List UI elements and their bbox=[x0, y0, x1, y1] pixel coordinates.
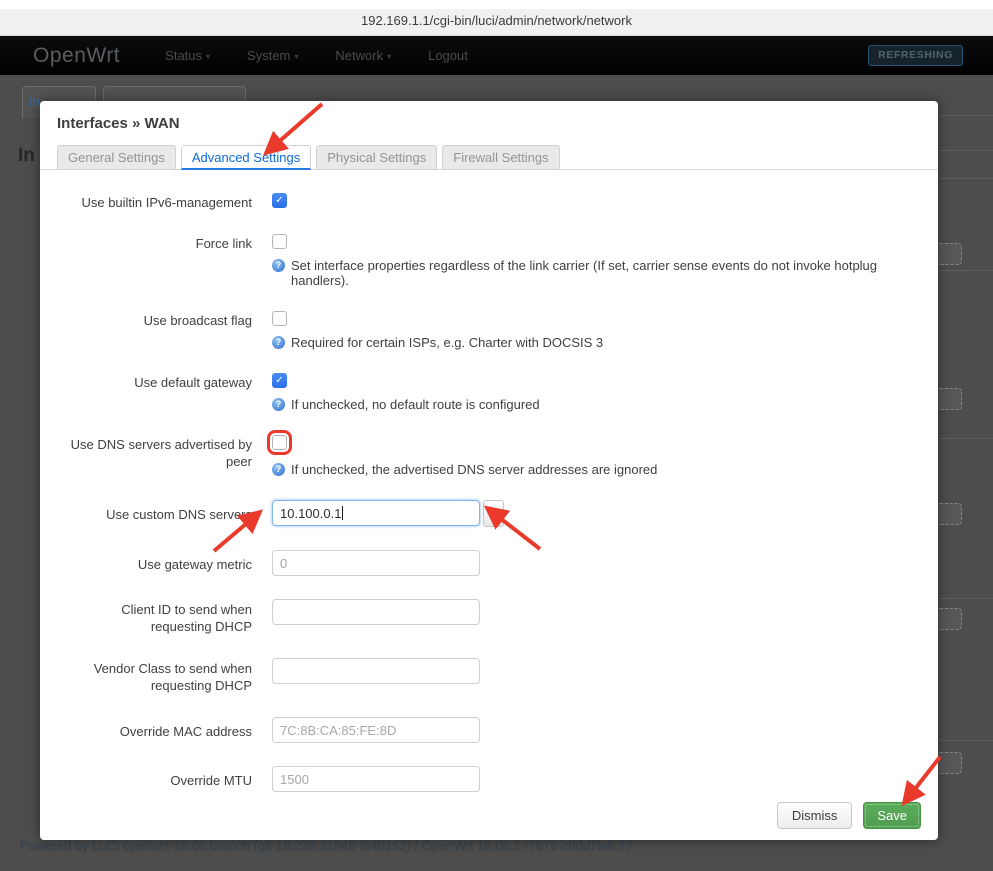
top-navbar: OpenWrt Status▾ System▾ Network▾ Logout … bbox=[0, 36, 993, 75]
field-label: Client ID to send when requesting DHCP bbox=[57, 599, 252, 635]
field-label: Override MAC address bbox=[57, 717, 252, 743]
chevron-down-icon: ▾ bbox=[206, 52, 210, 61]
background-divider bbox=[938, 178, 993, 179]
help-text: Required for certain ISPs, e.g. Charter … bbox=[291, 335, 603, 350]
tab-physical-settings[interactable]: Physical Settings bbox=[316, 145, 437, 170]
settings-tabbar: General Settings Advanced Settings Physi… bbox=[40, 145, 938, 170]
override-mtu-input[interactable] bbox=[272, 766, 480, 792]
nav-item-network[interactable]: Network▾ bbox=[335, 48, 391, 63]
nav-item-logout[interactable]: Logout bbox=[428, 48, 468, 63]
text-cursor bbox=[342, 506, 343, 520]
form-row-force-link: Force link ? Set interface properties re… bbox=[57, 234, 917, 288]
background-divider bbox=[938, 270, 993, 271]
checkbox-dns-advertised-highlighted[interactable] bbox=[272, 435, 287, 450]
background-divider bbox=[938, 598, 993, 599]
background-button bbox=[936, 752, 962, 774]
dialog-title: Interfaces » WAN bbox=[57, 115, 180, 132]
dialog-actions: Dismiss Save bbox=[777, 802, 921, 829]
chevron-down-icon: ▾ bbox=[294, 52, 298, 61]
field-label: Use builtin IPv6-management bbox=[57, 193, 252, 211]
tab-general-settings[interactable]: General Settings bbox=[57, 145, 176, 170]
gateway-metric-input[interactable] bbox=[272, 550, 480, 576]
checkbox-broadcast-flag[interactable] bbox=[272, 311, 287, 326]
background-divider bbox=[938, 150, 993, 151]
add-dns-button[interactable]: + bbox=[483, 500, 504, 527]
field-label: Vendor Class to send when requesting DHC… bbox=[57, 658, 252, 694]
openwrt-logo: OpenWrt bbox=[33, 44, 120, 68]
nav-item-status[interactable]: Status▾ bbox=[165, 48, 210, 63]
custom-dns-input[interactable]: 10.100.0.1 bbox=[272, 500, 480, 526]
help-row: ? Set interface properties regardless of… bbox=[272, 258, 917, 288]
help-icon: ? bbox=[272, 398, 285, 411]
background-page-heading: In bbox=[18, 145, 35, 167]
refreshing-badge: REFRESHING bbox=[868, 45, 963, 66]
form-row-broadcast-flag: Use broadcast flag ? Required for certai… bbox=[57, 311, 917, 350]
form-row-mac-override: Override MAC address bbox=[57, 717, 917, 743]
advanced-settings-form: Use builtin IPv6-management ✓ Force link… bbox=[57, 193, 917, 815]
url-text[interactable]: 192.169.1.1/cgi-bin/luci/admin/network/n… bbox=[361, 13, 632, 28]
background-button bbox=[936, 503, 962, 525]
help-icon: ? bbox=[272, 463, 285, 476]
field-label: Use broadcast flag bbox=[57, 311, 252, 350]
form-row-custom-dns: Use custom DNS servers 10.100.0.1+ bbox=[57, 500, 917, 527]
checkbox-builtin-ipv6[interactable]: ✓ bbox=[272, 193, 287, 208]
tab-advanced-settings[interactable]: Advanced Settings bbox=[181, 145, 311, 170]
help-row: ? If unchecked, no default route is conf… bbox=[272, 397, 540, 412]
background-divider bbox=[938, 115, 993, 116]
background-button bbox=[936, 608, 962, 630]
tab-firewall-settings[interactable]: Firewall Settings bbox=[442, 145, 559, 170]
background-button bbox=[936, 243, 962, 265]
override-mac-input[interactable] bbox=[272, 717, 480, 743]
help-row: ? If unchecked, the advertised DNS serve… bbox=[272, 462, 657, 477]
form-row-gateway-metric: Use gateway metric bbox=[57, 550, 917, 576]
dismiss-button[interactable]: Dismiss bbox=[777, 802, 853, 829]
field-label: Force link bbox=[57, 234, 252, 288]
field-label: Use DNS servers advertised by peer bbox=[57, 435, 252, 477]
field-label: Use default gateway bbox=[57, 373, 252, 412]
save-button[interactable]: Save bbox=[863, 802, 921, 829]
field-label: Use gateway metric bbox=[57, 550, 252, 576]
nav-item-system[interactable]: System▾ bbox=[247, 48, 298, 63]
form-row-client-id: Client ID to send when requesting DHCP bbox=[57, 599, 917, 635]
help-row: ? Required for certain ISPs, e.g. Charte… bbox=[272, 335, 603, 350]
form-row-ipv6-management: Use builtin IPv6-management ✓ bbox=[57, 193, 917, 211]
help-icon: ? bbox=[272, 259, 285, 272]
form-row-dns-advertised: Use DNS servers advertised by peer ? If … bbox=[57, 435, 917, 477]
powered-by-footer: Powered by LuCI openwrt-18.06 branch (gi… bbox=[20, 838, 970, 853]
checkbox-default-gateway[interactable]: ✓ bbox=[272, 373, 287, 388]
background-divider bbox=[938, 740, 993, 741]
chevron-down-icon: ▾ bbox=[387, 52, 391, 61]
nav-menu: Status▾ System▾ Network▾ Logout bbox=[165, 48, 468, 63]
help-text: Set interface properties regardless of t… bbox=[291, 258, 917, 288]
vendor-class-input[interactable] bbox=[272, 658, 480, 684]
client-id-input[interactable] bbox=[272, 599, 480, 625]
checkbox-force-link[interactable] bbox=[272, 234, 287, 249]
background-button bbox=[936, 388, 962, 410]
form-row-default-gateway: Use default gateway ✓ ? If unchecked, no… bbox=[57, 373, 917, 412]
field-label: Use custom DNS servers bbox=[57, 500, 252, 527]
form-row-vendor-class: Vendor Class to send when requesting DHC… bbox=[57, 658, 917, 694]
help-text: If unchecked, no default route is config… bbox=[291, 397, 540, 412]
help-icon: ? bbox=[272, 336, 285, 349]
field-label: Override MTU bbox=[57, 766, 252, 792]
browser-address-bar[interactable]: 192.169.1.1/cgi-bin/luci/admin/network/n… bbox=[0, 0, 993, 36]
form-row-mtu-override: Override MTU bbox=[57, 766, 917, 792]
interfaces-wan-dialog: Interfaces » WAN General Settings Advanc… bbox=[40, 101, 938, 840]
background-divider bbox=[938, 438, 993, 439]
help-text: If unchecked, the advertised DNS server … bbox=[291, 462, 657, 477]
